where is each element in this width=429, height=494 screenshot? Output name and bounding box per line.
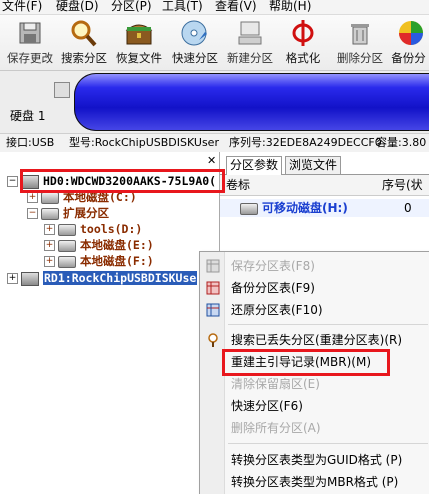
delete-partition-button[interactable]: 删除分区 bbox=[334, 18, 386, 68]
menu-help[interactable]: 帮助(H) bbox=[269, 0, 311, 13]
context-menu: 保存分区表(F8) 备份分区表(F9) 还原分区表(F10) 搜索已丢失分区(重… bbox=[199, 251, 429, 494]
hard-disk-icon bbox=[21, 174, 39, 189]
menu-item-backup-table[interactable]: 备份分区表(F9) bbox=[200, 277, 429, 299]
drive-icon bbox=[58, 255, 76, 268]
format-phi-icon bbox=[292, 20, 314, 46]
partition-number: 0 bbox=[404, 201, 412, 215]
partition-row[interactable]: 可移动磁盘(H:) 0 bbox=[220, 199, 429, 217]
save-changes-button[interactable]: 保存更改 bbox=[5, 18, 55, 68]
collapse-icon[interactable]: − bbox=[27, 208, 38, 219]
menu-partition[interactable]: 分区(P) bbox=[111, 0, 152, 13]
restore-table-icon bbox=[206, 303, 220, 317]
drive-icon bbox=[41, 207, 59, 220]
tree-item-rd1[interactable]: + RD1:RockChipUSBDISKUse bbox=[7, 270, 198, 286]
partition-name: 可移动磁盘(H:) bbox=[262, 201, 348, 215]
menu-file[interactable]: 文件(F) bbox=[2, 0, 42, 13]
toolbar: 保存更改 搜索分区 恢复文件 快速分区 新建分区 格式化 删除分区 备份分 bbox=[0, 15, 429, 71]
column-number[interactable]: 序号(状 bbox=[382, 175, 423, 195]
magnifier-icon bbox=[208, 333, 218, 347]
expand-icon[interactable]: + bbox=[44, 240, 55, 251]
interface-info: 接口:USB bbox=[6, 136, 55, 149]
disc-icon bbox=[181, 20, 207, 46]
save-disk-icon bbox=[19, 22, 41, 44]
expand-icon[interactable]: + bbox=[7, 273, 18, 284]
menu-item-save-table[interactable]: 保存分区表(F8) bbox=[200, 255, 429, 277]
backup-table-icon bbox=[206, 281, 220, 295]
menu-item-rebuild-mbr[interactable]: 重建主引导记录(MBR)(M) bbox=[200, 351, 429, 373]
menu-item-quick-partition[interactable]: 快速分区(F6) bbox=[200, 395, 429, 417]
menu-tools[interactable]: 工具(T) bbox=[162, 0, 203, 13]
close-icon[interactable]: ✕ bbox=[207, 154, 216, 167]
new-partition-button[interactable]: 新建分区 bbox=[224, 18, 276, 68]
column-label[interactable]: 卷标 bbox=[226, 175, 250, 195]
tab-partition-params[interactable]: 分区参数 bbox=[226, 156, 283, 175]
treasure-chest-icon bbox=[125, 24, 153, 45]
tree-item-extended[interactable]: − 扩展分区 bbox=[27, 205, 109, 221]
recover-files-button[interactable]: 恢复文件 bbox=[112, 18, 166, 68]
tree-item-local-f[interactable]: + 本地磁盘(F:) bbox=[44, 253, 154, 269]
model-info: 型号:RockChipUSBDISKUser bbox=[69, 136, 219, 149]
disk-nav-button[interactable] bbox=[54, 82, 70, 98]
removable-drive-icon bbox=[240, 202, 258, 215]
trash-can-icon bbox=[351, 24, 369, 45]
column-header: 卷标 序号(状 bbox=[220, 175, 429, 196]
capacity-info: 容量:3.80 bbox=[376, 136, 427, 149]
menu-disk[interactable]: 硬盘(D) bbox=[56, 0, 99, 13]
expand-icon[interactable]: + bbox=[44, 224, 55, 235]
collapse-icon[interactable]: − bbox=[7, 176, 18, 187]
tree-item-local-e[interactable]: + 本地磁盘(E:) bbox=[44, 237, 154, 253]
tab-browse-files[interactable]: 浏览文件 bbox=[285, 156, 342, 174]
computer-icon bbox=[238, 21, 262, 45]
tree-item-tools[interactable]: + tools(D:) bbox=[44, 221, 142, 237]
menu-item-convert-mbr[interactable]: 转换分区表类型为MBR格式 (P) bbox=[200, 471, 429, 493]
menu-item-delete-all[interactable]: 删除所有分区(A) bbox=[200, 417, 429, 439]
expand-icon[interactable]: + bbox=[44, 256, 55, 267]
tree-item-hd0[interactable]: − HD0:WDCWD3200AAKS-75L9A0( bbox=[7, 173, 216, 189]
expand-icon[interactable]: + bbox=[27, 192, 38, 203]
partition-visual[interactable] bbox=[74, 73, 429, 131]
table-icon bbox=[206, 259, 220, 273]
magnifier-icon bbox=[71, 20, 97, 47]
removable-disk-icon bbox=[21, 271, 39, 286]
drive-icon bbox=[41, 191, 59, 204]
disk-label: 硬盘 1 bbox=[10, 109, 46, 123]
tree-item-local-c[interactable]: + 本地磁盘(C:) bbox=[27, 189, 137, 205]
format-button[interactable]: 格式化 bbox=[283, 18, 323, 68]
drive-icon bbox=[58, 223, 76, 236]
menu-item-search-lost[interactable]: 搜索已丢失分区(重建分区表)(R) bbox=[200, 329, 429, 351]
disk-info-bar: 接口:USB 型号:RockChipUSBDISKUser 序列号:32EDE8… bbox=[0, 133, 429, 153]
menu-bar: 文件(F) 硬盘(D) 分区(P) 工具(T) 查看(V) 帮助(H) bbox=[0, 0, 429, 15]
search-partition-button[interactable]: 搜索分区 bbox=[58, 18, 110, 68]
serial-info: 序列号:32EDE8A249DECCF0 bbox=[229, 136, 382, 149]
detail-tabs: 分区参数 浏览文件 bbox=[220, 156, 429, 175]
quick-partition-button[interactable]: 快速分区 bbox=[169, 18, 221, 68]
menu-item-convert-guid[interactable]: 转换分区表类型为GUID格式 (P) bbox=[200, 449, 429, 471]
menu-item-clear-reserved[interactable]: 清除保留扇区(E) bbox=[200, 373, 429, 395]
menu-item-restore-table[interactable]: 还原分区表(F10) bbox=[200, 299, 429, 321]
drive-icon bbox=[58, 239, 76, 252]
color-wheel-icon bbox=[398, 21, 423, 45]
backup-partition-button[interactable]: 备份分 bbox=[388, 18, 429, 68]
menu-view[interactable]: 查看(V) bbox=[215, 0, 257, 13]
disk-map-bar: 硬盘 1 bbox=[0, 71, 429, 133]
